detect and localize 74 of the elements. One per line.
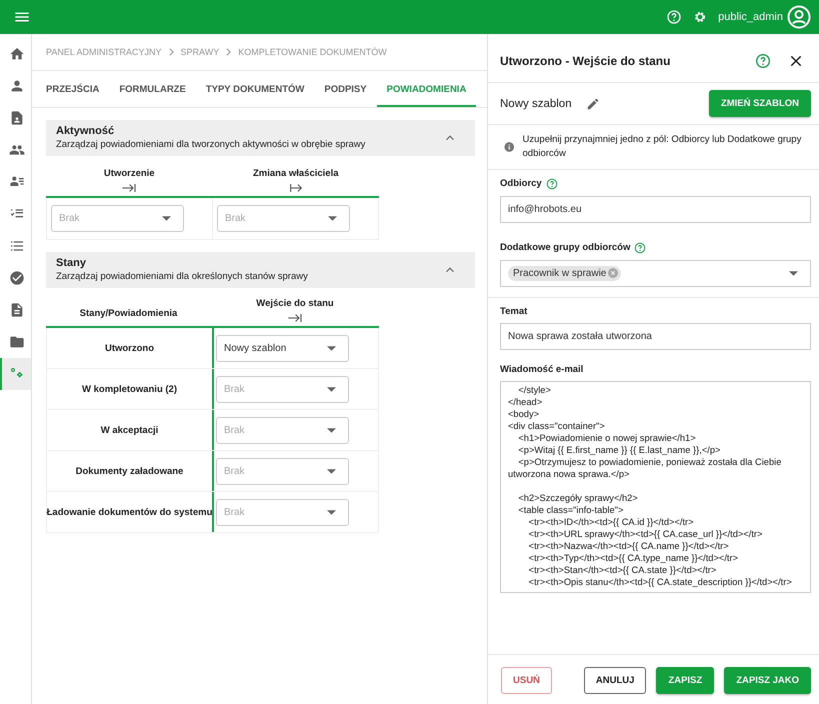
field-label: Wiadomość e-mail — [500, 364, 584, 374]
action-button[interactable]: USUŃ — [501, 667, 552, 694]
pencil-icon[interactable] — [586, 96, 600, 110]
column-header: Stany/Powiadomienia — [80, 308, 178, 319]
info-text: Uzupełnij przynajmniej jedno z pól: Odbiorcy lub Dodatkowe grupy odbiorców — [522, 133, 802, 162]
action-button[interactable]: ANULUJ — [584, 667, 646, 694]
home-icon — [8, 46, 24, 62]
email-body-field[interactable]: </style> </head> <body> <div class="container"> <h1>Powiadomienie o nowej sprawie</h1> <p>Witaj {{ E.first_name }} {{ E.last_name }},</p> <p>Otrzymujesz to powiadomienie, ponieważ została dla Ciebie utworzona nowa sprawa.</p> <h2>Szczegóły sprawy</h2> <table class="info-table"> <tr><th>ID</th><td>{{ CA.id }}</td></tr> <tr><th>URL sprawy</th><td>{{ CA.case_url }}</td></tr> <tr><th>Nazwa</th><td>{{ CA.name }}</td></tr> <tr><th>Typ</th><td>{{ CA.type_name }}</td></tr> <tr><th>Stan</th><td>{{ CA.state }}</td></tr> <tr><th>Opis stanu</th><td>{{ CA.state_description }}</td></tr> — [500, 380, 811, 592]
dropdown-caret-icon — [327, 386, 336, 392]
template-select[interactable]: Brak — [51, 205, 184, 232]
template-select[interactable]: Nowy szablon — [216, 334, 349, 362]
sidebar-item[interactable] — [0, 358, 31, 390]
dropdown-caret-icon — [789, 270, 798, 276]
state-name: W akceptacji — [100, 424, 158, 436]
dropdown-caret-icon — [327, 468, 336, 474]
help-icon[interactable] — [546, 178, 558, 190]
state-name: Dokumenty załadowane — [76, 466, 184, 476]
breadcrumb-link[interactable]: KOMPLETOWANIE DOKUMENTÓW — [238, 47, 387, 57]
column-header: Utworzenie — [104, 168, 155, 179]
document-icon — [8, 302, 24, 318]
state-name: Utworzono — [104, 342, 154, 354]
template-name: Nowy szablon — [500, 98, 572, 110]
section-title: Stany — [56, 257, 87, 269]
section-subtitle: Zarządzaj powiadomieniami dla tworzonych aktywności w obrębie sprawy — [56, 139, 366, 150]
field-label: Dodatkowe grupy odbiorców — [500, 242, 630, 253]
chevron-icon — [226, 48, 232, 56]
help-icon[interactable] — [755, 53, 771, 69]
tab[interactable]: PODPISY — [314, 71, 377, 107]
avatar-icon[interactable] — [787, 5, 811, 29]
action-button[interactable]: ZAPISZ JAKO — [724, 667, 811, 694]
person-document-icon — [8, 110, 24, 126]
dropdown-caret-icon — [162, 216, 171, 221]
arrow-from-bar-icon — [288, 182, 304, 194]
panel-title: Utworzono - Wejście do stanu — [500, 54, 672, 68]
groups-select[interactable]: Pracownik w sprawie — [500, 260, 811, 286]
state-name: Ładowanie dokumentów do systemu — [46, 506, 212, 518]
section-header[interactable]: Aktywność Zarządzaj powiadomieniami dla tworzonych aktywności w obrębie sprawy — [46, 120, 475, 156]
chevron-icon — [168, 48, 174, 56]
subject-input[interactable]: Nowa sprawa została utworzona — [500, 322, 811, 350]
tab[interactable]: FORMULARZE — [109, 71, 196, 107]
template-select[interactable]: Brak — [216, 498, 349, 526]
breadcrumb-link[interactable]: PANEL ADMINISTRACYJNY — [46, 47, 162, 57]
field-label: Odbiorcy — [500, 178, 542, 189]
field-label: Temat — [500, 306, 528, 316]
info-icon — [504, 141, 515, 154]
group-chip[interactable]: Pracownik w sprawie — [508, 266, 622, 280]
close-icon[interactable] — [789, 54, 803, 68]
section-title: Aktywność — [56, 125, 116, 137]
state-name: W kompletowaniu (2) — [82, 384, 177, 394]
recipients-input[interactable]: info@hrobots.eu — [500, 196, 811, 222]
template-select[interactable]: Brak — [216, 458, 349, 484]
dropdown-caret-icon — [327, 510, 336, 514]
dropdown-caret-icon — [328, 216, 337, 221]
section-subtitle: Zarządzaj powiadomieniami dla określonych stanów sprawy — [56, 271, 309, 282]
folder-icon — [8, 334, 24, 350]
change-template-button[interactable]: ZMIEŃ SZABLON — [708, 90, 811, 117]
help-icon[interactable] — [634, 242, 646, 254]
tab[interactable]: PRZEJŚCIA — [36, 71, 110, 107]
template-select[interactable]: Brak — [217, 205, 350, 232]
tab[interactable]: POWIADOMIENIA — [376, 71, 476, 107]
section-header[interactable]: Stany Zarządzaj powiadomieniami dla określonych stanów sprawy — [46, 252, 475, 288]
column-header: Zmiana właściciela — [252, 168, 339, 179]
tab[interactable]: TYPY DOKUMENTÓW — [196, 71, 314, 107]
template-select[interactable]: Brak — [216, 416, 349, 444]
dropdown-caret-icon — [327, 428, 336, 432]
username[interactable]: public_admin — [718, 11, 783, 23]
dropdown-caret-icon — [327, 346, 336, 350]
action-button[interactable]: ZAPISZ — [656, 667, 714, 694]
breadcrumb-link[interactable]: SPRAWY — [180, 47, 220, 57]
person-icon — [8, 78, 24, 94]
arrow-to-bar-icon — [121, 182, 138, 194]
template-select[interactable]: Brak — [216, 376, 349, 402]
column-header: Wejście do stanu — [256, 298, 334, 309]
arrow-to-bar-icon — [287, 312, 303, 324]
